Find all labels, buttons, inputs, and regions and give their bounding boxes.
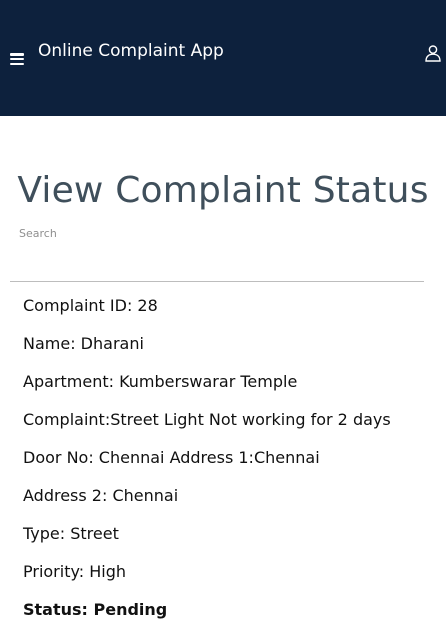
address-line-1: Door No: Chennai Address 1:Chennai	[23, 448, 320, 467]
complaint-details: Complaint ID: 28 Name: Dharani Apartment…	[23, 294, 438, 636]
hamburger-menu-icon[interactable]	[10, 53, 24, 65]
search-input[interactable]	[10, 222, 424, 282]
app-header: Online Complaint App	[0, 0, 446, 116]
user-icon[interactable]	[424, 44, 442, 62]
search-field	[10, 222, 424, 282]
apartment: Apartment: Kumberswarar Temple	[23, 372, 298, 391]
complaint-type: Type: Street	[23, 524, 119, 543]
menu-bar	[10, 53, 24, 56]
priority: Priority: High	[23, 562, 127, 581]
menu-bar	[10, 57, 24, 61]
page-title: View Complaint Status	[17, 170, 429, 211]
complainant-name: Name: Dharani	[23, 334, 144, 353]
menu-bar	[10, 62, 24, 65]
status: Status: Pending	[23, 600, 168, 619]
complaint-id: Complaint ID: 28	[23, 296, 158, 315]
address-line-2: Address 2: Chennai	[23, 486, 179, 505]
complaint-text: Complaint:Street Light Not working for 2…	[23, 410, 391, 429]
app-title: Online Complaint App	[38, 41, 224, 61]
